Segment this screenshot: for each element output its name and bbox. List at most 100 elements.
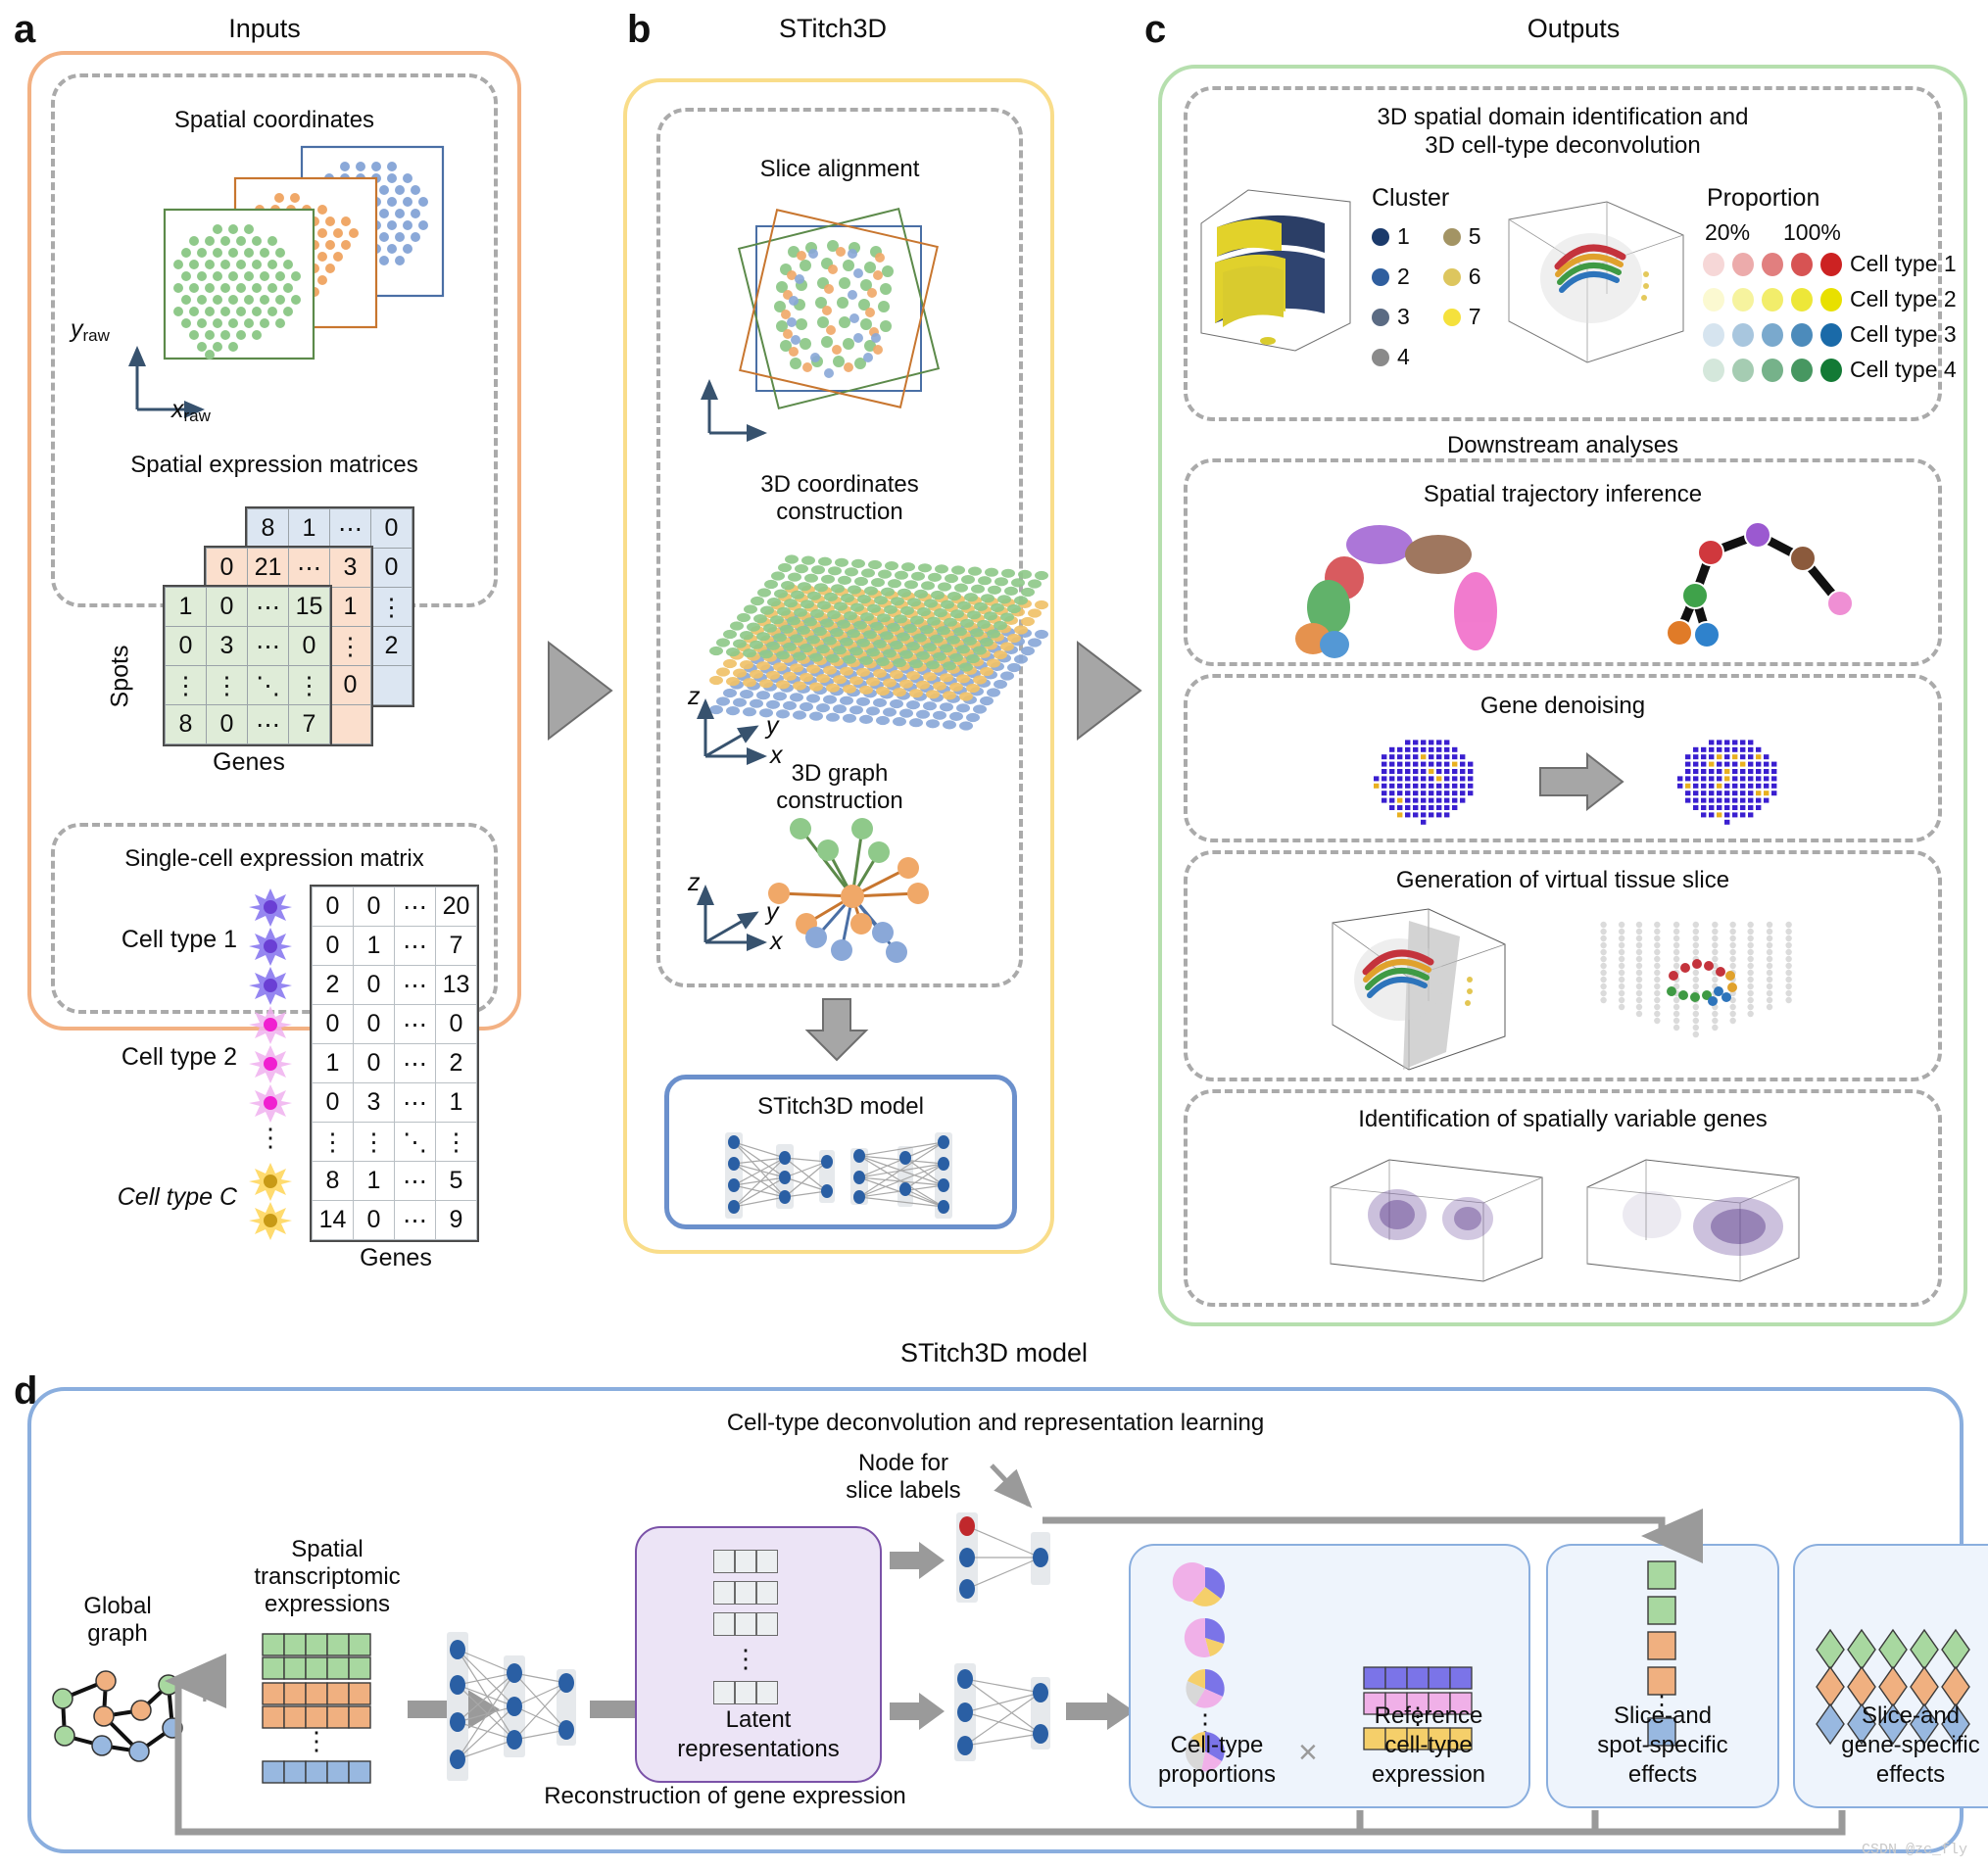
proportion-row-cell-type-1: Cell type 1 bbox=[1703, 251, 1957, 277]
cell-type-c-label: Cell type C bbox=[71, 1183, 237, 1212]
latent-cell bbox=[735, 1612, 756, 1636]
prop-dot-4-4 bbox=[1791, 359, 1813, 382]
latent-cell bbox=[735, 1581, 756, 1605]
global-graph-label-line1: Global bbox=[49, 1593, 186, 1621]
graph-construction-title-line1: 3D graph bbox=[666, 759, 1013, 788]
y-raw-axis-label: yraw bbox=[71, 315, 110, 346]
cluster-legend-item-7: 7 bbox=[1443, 304, 1481, 330]
prop-dot-2-3 bbox=[1762, 288, 1783, 312]
panel-d-title: STitch3D model bbox=[0, 1338, 1988, 1368]
watermark: CSDN @zc_fly bbox=[1862, 1842, 1967, 1858]
arrow-inputs-to-stitch3d bbox=[545, 637, 615, 744]
prop-dot-2-1 bbox=[1703, 288, 1724, 312]
graph-construction-title-line2: construction bbox=[666, 787, 1013, 815]
spatial-expr-label-line1: Spatial bbox=[218, 1536, 437, 1564]
cluster-dot-5 bbox=[1443, 228, 1461, 246]
trajectory-umap-scatter bbox=[1274, 517, 1587, 660]
cluster-legend-item-5: 5 bbox=[1443, 223, 1481, 250]
prop-dot-3-3 bbox=[1762, 323, 1783, 347]
prop-dot-1-4 bbox=[1791, 253, 1813, 276]
cell-type-1-label: Cell type 1 bbox=[71, 926, 237, 954]
spatial-domain-title-line1: 3D spatial domain identification and bbox=[1193, 103, 1932, 131]
coords-y-axis-label: y bbox=[766, 712, 779, 741]
proportion-legend-title: Proportion bbox=[1707, 184, 1819, 213]
prop-dot-1-2 bbox=[1732, 253, 1754, 276]
cluster-legend-item-2: 2 bbox=[1372, 264, 1410, 290]
coords-z-axis-label: z bbox=[688, 683, 701, 711]
prop-dot-2-2 bbox=[1732, 288, 1754, 312]
cluster-legend: 1 2 3 4 5 6 7 bbox=[1372, 223, 1481, 370]
spatial-coordinates-title: Spatial coordinates bbox=[61, 106, 488, 134]
latent-cell bbox=[713, 1581, 735, 1605]
latent-cell bbox=[756, 1612, 778, 1636]
panel-a-title: Inputs bbox=[39, 14, 490, 44]
panel-b-title: STitch3D bbox=[647, 14, 1019, 44]
virtual-slice-3d-cut bbox=[1323, 897, 1519, 1076]
slice-alignment-axes bbox=[692, 362, 800, 451]
proportion-legend: Cell type 1 Cell type 2 Cell type 3 Cell… bbox=[1703, 251, 1957, 383]
prop-dot-3-1 bbox=[1703, 323, 1724, 347]
cluster-dot-2 bbox=[1372, 268, 1389, 286]
cluster-dot-6 bbox=[1443, 268, 1461, 286]
cluster-dot-7 bbox=[1443, 309, 1461, 326]
stitch3d-model-network-icon bbox=[723, 1128, 968, 1223]
x-raw-axis-label: xraw bbox=[171, 396, 211, 426]
gene-denoising-arrow bbox=[1538, 752, 1626, 811]
singlecell-matrix: 0 0 ⋯ 20 0 1 ⋯ 7 2 0 ⋯ 13 0 0 ⋯ 0 1 0 ⋯ 2 0 3 ⋯ 1 ⋮ ⋮ ⋱ ⋮ 8 1 ⋯… bbox=[312, 887, 477, 1240]
cluster-dot-3 bbox=[1372, 309, 1389, 326]
svg-genes-volume-left bbox=[1319, 1142, 1554, 1291]
panel-a-letter: a bbox=[14, 8, 34, 52]
node-slice-label-line1: Node for bbox=[805, 1450, 1001, 1478]
global-graph-label-line2: graph bbox=[49, 1620, 186, 1649]
expression-matrices-title: Spatial expression matrices bbox=[61, 451, 488, 479]
latent-cell bbox=[756, 1550, 778, 1573]
downstream-analyses-title: Downstream analyses bbox=[1184, 431, 1942, 459]
prop-dot-3-2 bbox=[1732, 323, 1754, 347]
proportion-row-cell-type-3: Cell type 3 bbox=[1703, 321, 1957, 348]
svg-text:⋮: ⋮ bbox=[258, 1123, 283, 1152]
graph-x-axis-label: x bbox=[770, 928, 783, 956]
cell-type-2-label: Cell type 2 bbox=[71, 1043, 237, 1072]
cluster-legend-item-4: 4 bbox=[1372, 344, 1410, 370]
gene-denoising-title: Gene denoising bbox=[1193, 692, 1932, 720]
reconstruction-feedback-path bbox=[147, 1655, 1911, 1851]
virtual-slice-spot-grid bbox=[1583, 897, 1809, 1076]
cluster-legend-item-1: 1 bbox=[1372, 223, 1410, 250]
prop-dot-2-4 bbox=[1791, 288, 1813, 312]
trajectory-paga-graph bbox=[1646, 517, 1871, 660]
coords-construction-title-line2: construction bbox=[666, 498, 1013, 526]
genes-axis-label-bottom: Genes bbox=[312, 1244, 480, 1272]
expression-matrix-green: 1 0 ⋯ 15 0 3 ⋯ 0 ⋮ ⋮ ⋱ ⋮ 8 0 ⋯ 7 bbox=[165, 587, 330, 744]
cluster-3d-volume bbox=[1188, 176, 1364, 362]
cluster-dot-1 bbox=[1372, 228, 1389, 246]
coords-construction-title-line1: 3D coordinates bbox=[666, 470, 1013, 499]
cell-type-star-icons: ⋮ bbox=[245, 887, 314, 1234]
gene-denoising-before bbox=[1362, 727, 1489, 835]
prop-dot-3-5 bbox=[1820, 323, 1842, 347]
graph-y-axis-label: y bbox=[766, 898, 779, 927]
arrow-to-model-box bbox=[805, 997, 874, 1066]
spatial-domain-title-line2: 3D cell-type deconvolution bbox=[1193, 131, 1932, 160]
latent-cell bbox=[756, 1581, 778, 1605]
prop-dot-2-5 bbox=[1820, 288, 1842, 312]
deconvolution-3d-volume bbox=[1497, 184, 1693, 370]
slice-alignment-title: Slice alignment bbox=[666, 155, 1013, 183]
arrow-stitch3d-to-outputs bbox=[1074, 637, 1144, 744]
prop-dot-1-5 bbox=[1820, 253, 1842, 276]
proportion-row-cell-type-4: Cell type 4 bbox=[1703, 357, 1957, 383]
cluster-legend-item-6: 6 bbox=[1443, 264, 1481, 290]
latent-cell bbox=[735, 1550, 756, 1573]
spatial-expr-label-line3: expressions bbox=[218, 1591, 437, 1619]
prop-dot-4-2 bbox=[1732, 359, 1754, 382]
cluster-legend-item-3: 3 bbox=[1372, 304, 1410, 330]
prop-dot-1-1 bbox=[1703, 253, 1724, 276]
svg-genes-volume-right bbox=[1576, 1142, 1811, 1291]
graph-z-axis-label: z bbox=[688, 869, 701, 897]
proportion-max-label: 100% bbox=[1783, 219, 1841, 246]
graph-construction-axes bbox=[686, 862, 823, 970]
slice-label-to-spot-effects-connector bbox=[1039, 1493, 1685, 1552]
prop-dot-4-1 bbox=[1703, 359, 1724, 382]
cluster-legend-title: Cluster bbox=[1372, 184, 1449, 213]
latent-cell bbox=[713, 1612, 735, 1636]
prop-dot-4-5 bbox=[1820, 359, 1842, 382]
